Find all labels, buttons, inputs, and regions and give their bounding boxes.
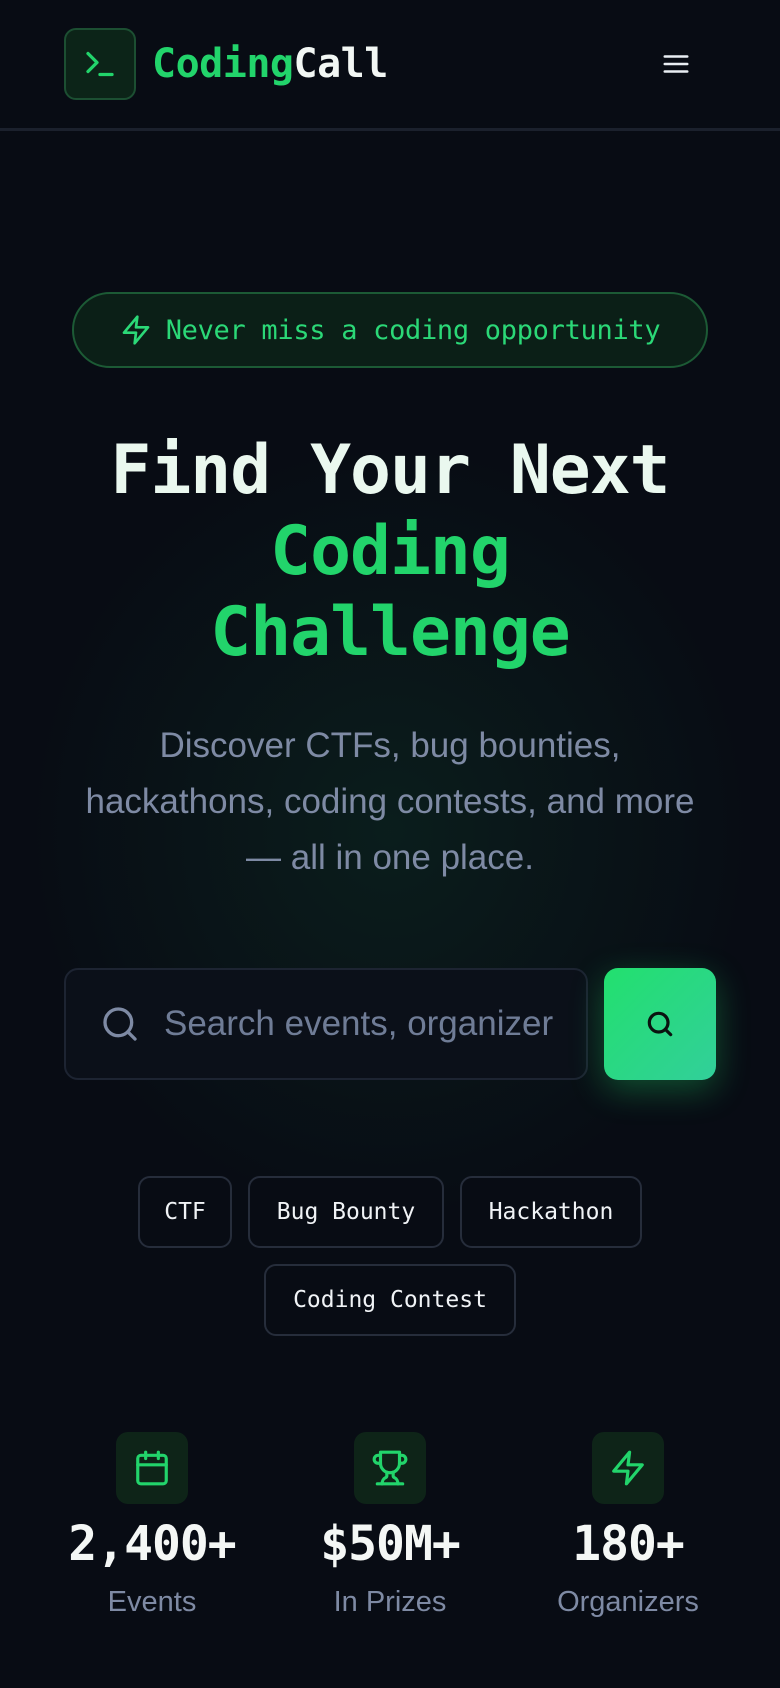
headline-line-1: Find Your Next bbox=[110, 431, 670, 510]
hero-subtitle: Discover CTFs, bug bounties, hackathons,… bbox=[85, 726, 695, 877]
badge-text: Never miss a coding opportunity bbox=[165, 314, 661, 346]
stat-events-icon-box bbox=[116, 1432, 188, 1504]
zap-icon bbox=[122, 315, 150, 345]
site-header: CodingCall bbox=[0, 0, 780, 131]
headline-line-3: Challenge bbox=[210, 593, 570, 672]
stat-value: 180+ bbox=[572, 1516, 685, 1572]
trophy-icon bbox=[372, 1450, 408, 1486]
stat-label: In Prizes bbox=[333, 1586, 447, 1618]
logo[interactable] bbox=[64, 28, 136, 100]
menu-icon bbox=[663, 55, 689, 73]
category-chip-bug-bounty[interactable]: Bug Bounty bbox=[248, 1176, 444, 1248]
calendar-icon bbox=[136, 1450, 168, 1486]
menu-button[interactable] bbox=[656, 44, 696, 84]
stat-events: 2,400+ Events bbox=[32, 1432, 272, 1622]
category-chip-coding-contest[interactable]: Coding Contest bbox=[264, 1264, 516, 1336]
search-icon bbox=[103, 1007, 137, 1041]
stat-prizes-icon-box bbox=[354, 1432, 426, 1504]
stat-organizers: 180+ Organizers bbox=[508, 1432, 748, 1622]
stat-label: Organizers bbox=[557, 1586, 699, 1618]
brand-name[interactable]: CodingCall bbox=[152, 38, 388, 90]
hero-badge: Never miss a coding opportunity bbox=[72, 292, 708, 368]
hero-headline: Find Your Next Coding Challenge bbox=[0, 430, 780, 673]
stat-organizers-icon-box bbox=[592, 1432, 664, 1504]
stat-prizes: $50M+ In Prizes bbox=[270, 1432, 510, 1622]
brand-name-part-1: Coding bbox=[152, 41, 294, 87]
search-button[interactable] bbox=[604, 968, 716, 1080]
stat-value: 2,400+ bbox=[68, 1516, 236, 1572]
search-bar[interactable] bbox=[64, 968, 588, 1080]
stat-value: $50M+ bbox=[320, 1516, 461, 1572]
headline-line-2: Coding bbox=[270, 512, 511, 591]
category-chip-hackathon[interactable]: Hackathon bbox=[460, 1176, 642, 1248]
stat-label: Events bbox=[107, 1586, 197, 1618]
search-input[interactable] bbox=[164, 1004, 554, 1044]
search-icon bbox=[647, 1011, 673, 1037]
category-chip-ctf[interactable]: CTF bbox=[138, 1176, 232, 1248]
terminal-icon bbox=[86, 51, 114, 77]
brand-name-part-2: Call bbox=[293, 41, 389, 87]
zap-icon bbox=[612, 1450, 644, 1486]
